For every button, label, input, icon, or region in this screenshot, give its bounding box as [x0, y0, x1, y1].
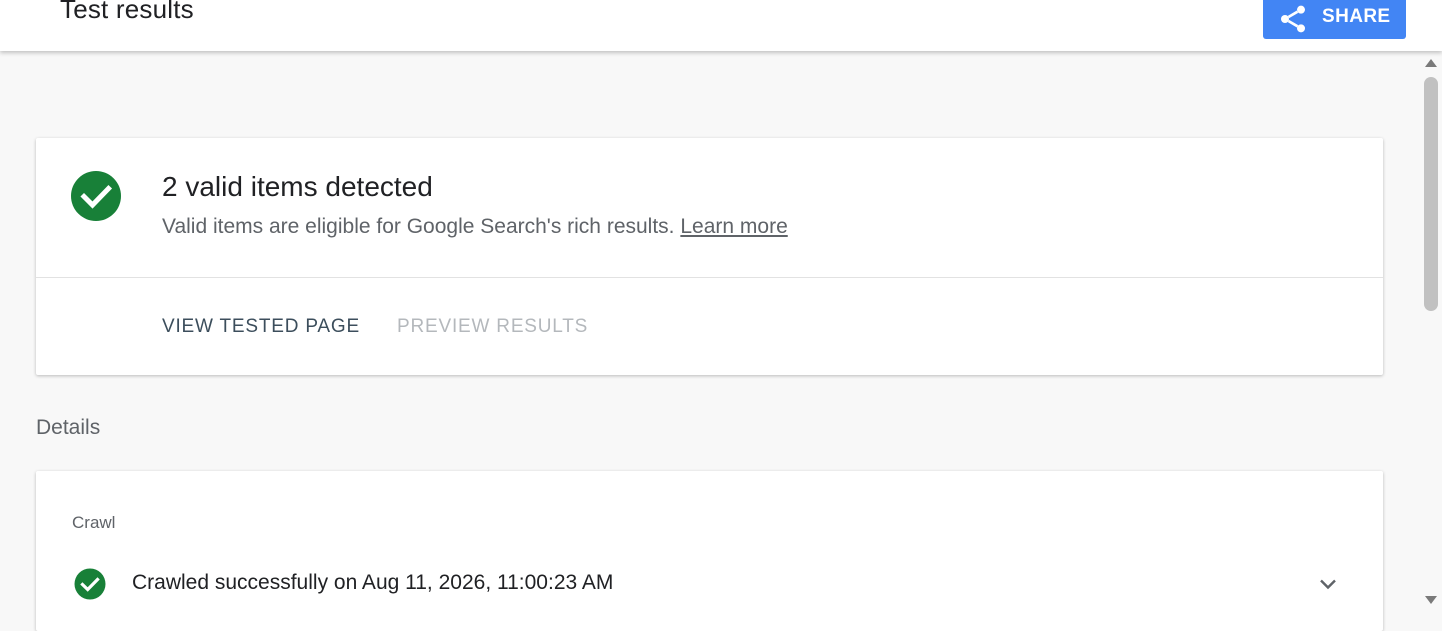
chevron-down-icon[interactable] — [1316, 572, 1340, 596]
main-content: 2 valid items detected Valid items are e… — [0, 51, 1420, 631]
summary-header: 2 valid items detected Valid items are e… — [36, 138, 1383, 278]
scroll-up-arrow-icon[interactable] — [1424, 56, 1438, 70]
summary-description: Valid items are eligible for Google Sear… — [162, 215, 788, 239]
details-heading: Details — [36, 416, 101, 439]
check-circle-icon — [71, 171, 121, 221]
top-app-bar: Test results SHARE — [0, 0, 1442, 51]
scroll-down-arrow-icon[interactable] — [1424, 593, 1438, 607]
summary-description-text: Valid items are eligible for Google Sear… — [162, 215, 675, 238]
view-tested-page-button[interactable]: VIEW TESTED PAGE — [162, 316, 360, 338]
page-title: Test results — [60, 0, 194, 24]
share-button-label: SHARE — [1322, 5, 1391, 27]
crawl-status-text: Crawled successfully on Aug 11, 2026, 11… — [132, 571, 614, 594]
check-circle-icon — [74, 568, 106, 600]
summary-card: 2 valid items detected Valid items are e… — [36, 138, 1383, 375]
crawl-status-row[interactable]: Crawled successfully on Aug 11, 2026, 11… — [36, 563, 1383, 605]
share-icon — [1281, 5, 1305, 32]
summary-actions: VIEW TESTED PAGE PREVIEW RESULTS — [36, 278, 1383, 374]
preview-results-button[interactable]: PREVIEW RESULTS — [397, 316, 588, 338]
summary-title: 2 valid items detected — [162, 171, 433, 202]
crawl-section-label: Crawl — [72, 513, 116, 532]
scrollbar-thumb[interactable] — [1424, 77, 1438, 311]
crawl-card: Crawl Crawled successfully on Aug 11, 20… — [36, 471, 1383, 631]
vertical-scrollbar[interactable] — [1420, 51, 1442, 615]
share-button[interactable]: SHARE — [1263, 0, 1406, 39]
learn-more-link[interactable]: Learn more — [680, 215, 787, 238]
